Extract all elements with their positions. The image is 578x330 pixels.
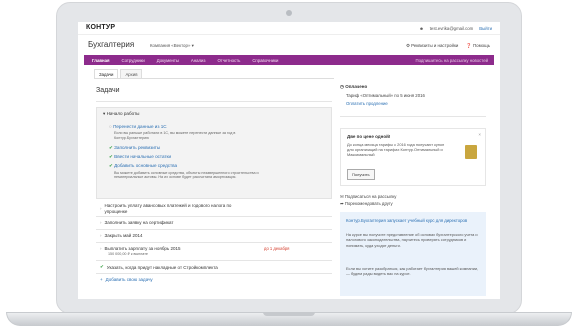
header-actions: ⚙ Реквизиты и настройки ❓ Помощь	[406, 43, 490, 49]
assets-note: Вы можете добавить основные средства, об…	[114, 170, 259, 180]
task-row[interactable]: ✔ Указать, когда придут накладные от Стро…	[100, 264, 218, 270]
tasks-main: Задачи ▾ Начало работы ○ Перенести данны…	[94, 78, 334, 298]
clock-icon: ◷	[340, 84, 344, 89]
divider	[340, 116, 486, 117]
task-row[interactable]: › Закрыть май 2014	[100, 233, 142, 238]
course-text-2: Если вы хотите разобраться, как работает…	[346, 266, 479, 277]
balances-link[interactable]: Ввести начальные остатки	[114, 154, 171, 159]
settings-label: Реквизиты и настройки	[411, 43, 459, 48]
add-task-label: Добавить свою задачу	[105, 277, 153, 282]
task-label: Настроить уплату авансовых платежей и го…	[104, 203, 232, 214]
promo-get-button[interactable]: Получить	[347, 169, 375, 180]
camera-icon	[286, 10, 292, 16]
circle-icon: ○	[109, 124, 112, 129]
getting-started-panel: ▾ Начало работы ○ Перенести данные из 1С…	[96, 107, 332, 199]
laptop-notch	[263, 312, 315, 316]
arrow-icon: ›	[100, 220, 102, 225]
arrow-icon: ›	[100, 233, 102, 238]
panel-item-assets[interactable]: ✔ Добавить основные средства	[109, 163, 269, 169]
nav-item-documents[interactable]: Документы	[157, 58, 179, 63]
plan-title-label: Оплачено	[345, 84, 368, 89]
coupon-icon	[465, 145, 477, 159]
company-selector[interactable]: Компания «Вектор» ▾	[150, 43, 194, 49]
plan-block: ◷ Оплачено Тариф «Оптимальный» по 5 июня…	[340, 84, 486, 106]
user-icon: ☻	[419, 26, 424, 31]
check-icon: ✔	[109, 144, 113, 150]
page-title: Задачи	[96, 87, 120, 94]
screen: КОНТУР ☻ test.evrika@gmail.com Выйти Бух…	[78, 22, 500, 299]
course-title[interactable]: Контур.Бухгалтерия запускает учебный кур…	[346, 218, 480, 224]
task-row[interactable]: › Настроить уплату авансовых платежей и г…	[100, 203, 250, 215]
mail-icon: ✉	[340, 194, 344, 199]
task-sub: 150 000,00 ₽ к выплате	[108, 252, 148, 256]
divider	[96, 242, 332, 243]
sidebar: ◷ Оплачено Тариф «Оптимальный» по 5 июня…	[340, 82, 486, 296]
nav-subscribe-link[interactable]: Подпишитесь на рассылку новостей	[416, 58, 489, 63]
divider	[96, 101, 332, 102]
nav-item-directories[interactable]: Справочники	[252, 58, 278, 63]
recommend-label: Порекомендовать другу	[344, 201, 393, 206]
divider	[96, 273, 332, 274]
task-row[interactable]: › Заполнить заявку на сертификат	[100, 220, 173, 225]
arrow-icon: ›	[100, 246, 102, 251]
task-row[interactable]: › Выплатить зарплату за ноябрь 2015	[100, 246, 181, 251]
task-label: Выплатить зарплату за ноябрь 2015	[104, 246, 181, 251]
add-task-link[interactable]: + Добавить свою задачу	[100, 277, 153, 282]
panel-title[interactable]: ▾ Начало работы	[103, 111, 139, 117]
plus-icon: +	[100, 277, 103, 282]
kontur-logo[interactable]: КОНТУР	[86, 24, 115, 31]
promo-title: Две по цене одной!	[347, 134, 391, 139]
top-bar: КОНТУР ☻ test.evrika@gmail.com Выйти	[78, 22, 500, 35]
account-area: ☻ test.evrika@gmail.com Выйти	[419, 26, 492, 31]
logout-link[interactable]: Выйти	[479, 26, 492, 31]
plan-link[interactable]: Оплатить продление	[346, 101, 486, 106]
divider	[96, 260, 332, 261]
check-icon: ✔	[109, 153, 113, 159]
divider	[96, 229, 332, 230]
help-label: Помощь	[473, 43, 490, 48]
task-label: Закрыть май 2014	[104, 233, 143, 238]
user-email[interactable]: test.evrika@gmail.com	[430, 26, 474, 31]
promo-card: Две по цене одной! × До конца месяца тар…	[340, 128, 486, 186]
nav-item-reports[interactable]: Отчетность	[217, 58, 240, 63]
help-icon: ❓	[466, 43, 472, 48]
import-note: Если вы раньше работали в 1С, вы можете …	[114, 131, 236, 140]
task-label: Заполнить заявку на сертификат	[104, 220, 174, 225]
nav-item-analysis[interactable]: Анализ	[191, 58, 206, 63]
requisites-link[interactable]: Заполнить реквизиты	[114, 145, 160, 150]
panel-items: ○ Перенести данные из 1С Если вы раньше …	[109, 124, 269, 180]
import-link[interactable]: Перенести данные из 1С	[113, 124, 167, 129]
main-nav: Главная Сотрудники Документы Анализ Отче…	[84, 55, 494, 65]
settings-link[interactable]: ⚙ Реквизиты и настройки	[406, 43, 458, 49]
arrow-icon: ›	[100, 205, 102, 211]
plan-text: Тариф «Оптимальный» по 5 июня 2016	[346, 93, 425, 98]
promo-text: До конца месяца тарифы с 2016 года получ…	[347, 142, 445, 158]
nav-item-home[interactable]: Главная	[92, 58, 109, 63]
share-icon: ➦	[340, 201, 344, 206]
task-label: Указать, когда придут накладные от Строй…	[106, 264, 218, 270]
check-icon: ✔	[100, 264, 104, 269]
task-due: до 1 декабря	[264, 246, 290, 251]
plan-title: ◷ Оплачено	[340, 84, 486, 90]
recommend-link[interactable]: ➦ Порекомендовать другу	[340, 201, 486, 207]
app-title: Бухгалтерия	[88, 40, 135, 49]
nav-item-employees[interactable]: Сотрудники	[121, 58, 144, 63]
course-text-1: На курсе вы получите представление об ос…	[346, 232, 478, 248]
panel-item-import[interactable]: ○ Перенести данные из 1С	[109, 124, 269, 129]
check-icon: ✔	[109, 162, 113, 168]
help-link[interactable]: ❓ Помощь	[466, 43, 490, 49]
assets-link[interactable]: Добавить основные средства	[114, 163, 177, 168]
course-card: Контур.Бухгалтерия запускает учебный кур…	[340, 212, 486, 296]
divider	[96, 216, 332, 217]
app-header: Бухгалтерия Компания «Вектор» ▾ ⚙ Реквиз…	[78, 35, 500, 55]
close-icon[interactable]: ×	[478, 132, 481, 137]
panel-item-balances[interactable]: ✔ Ввести начальные остатки	[109, 154, 269, 160]
subscribe-label: Подписаться на рассылку	[344, 194, 397, 199]
panel-title-label: Начало работы	[106, 111, 140, 116]
panel-item-requisites[interactable]: ✔ Заполнить реквизиты	[109, 145, 269, 151]
chevron-down-icon: ▾	[103, 111, 106, 116]
subscribe-link[interactable]: ✉ Подписаться на рассылку	[340, 194, 486, 200]
gear-icon: ⚙	[405, 43, 410, 48]
